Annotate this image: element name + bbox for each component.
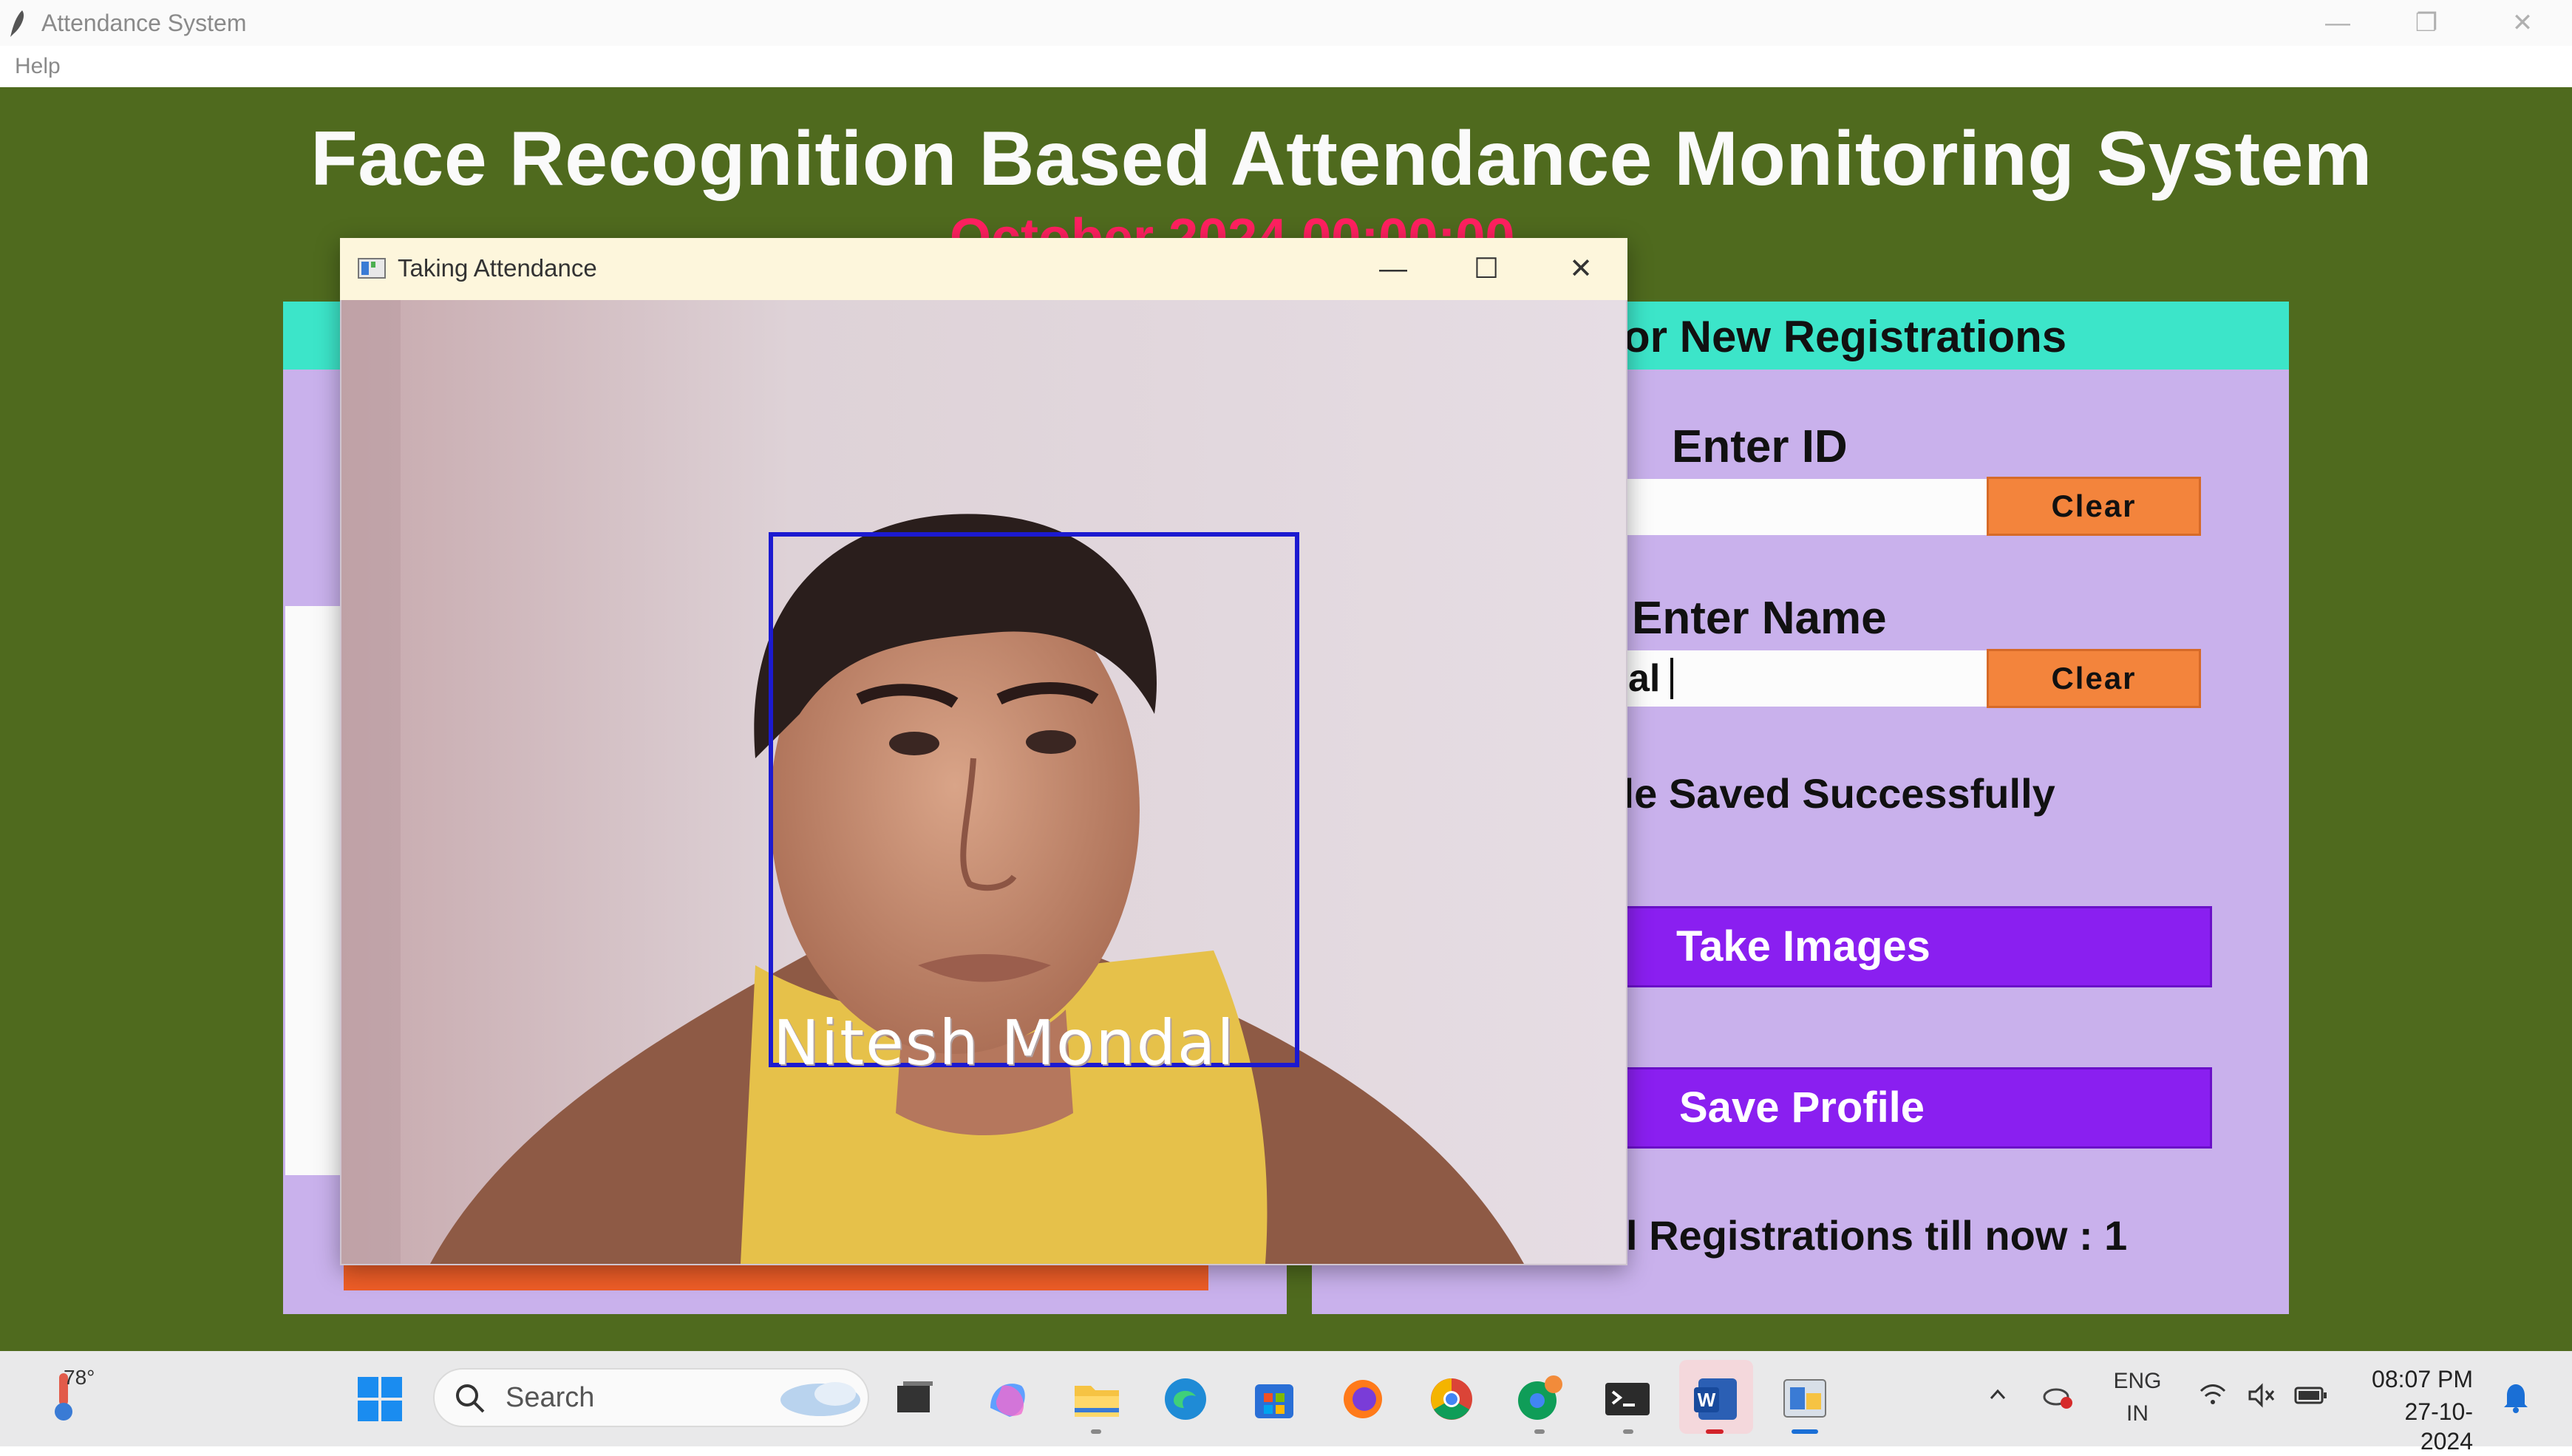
speaker-muted-icon[interactable]: [2247, 1382, 2276, 1409]
menu-item-help[interactable]: Help: [15, 52, 61, 81]
search-highlight-icon: [780, 1382, 860, 1416]
task-view-icon[interactable]: [887, 1371, 943, 1427]
date-time-label: October 2024 00:00:00: [950, 208, 1515, 238]
search-placeholder: Search: [506, 1382, 595, 1413]
attendance-table: [285, 606, 344, 1175]
microsoft-store-icon[interactable]: [1246, 1371, 1302, 1427]
name-input-value: al: [1628, 657, 1661, 700]
terminal-running-indicator: [1623, 1429, 1633, 1434]
terminal-icon[interactable]: [1599, 1371, 1656, 1427]
minimize-button[interactable]: —: [2304, 4, 2371, 41]
battery-icon[interactable]: [2294, 1384, 2328, 1407]
clock-date[interactable]: 27-10-2024: [2355, 1397, 2474, 1456]
chevron-up-icon[interactable]: [1987, 1384, 2009, 1406]
chrome-running-indicator: [1534, 1429, 1545, 1434]
chrome-icon[interactable]: [1423, 1371, 1480, 1427]
clear-name-button[interactable]: Clear: [1987, 649, 2201, 708]
registration-title: or New Registrations: [1623, 312, 2067, 361]
chrome-profile-icon[interactable]: [1511, 1371, 1567, 1427]
python-tk-icon[interactable]: [1777, 1371, 1833, 1427]
feather-icon: [10, 10, 24, 37]
clock-time[interactable]: 08:07 PM: [2355, 1364, 2473, 1394]
popup-minimize-button[interactable]: —: [1367, 247, 1419, 291]
python-active-indicator: [1792, 1429, 1818, 1434]
explorer-running-indicator: [1091, 1429, 1101, 1434]
status-message: ile Saved Successfully: [1611, 770, 2055, 817]
menu-bar: [0, 46, 2572, 87]
face-detection-box: [769, 532, 1299, 1067]
edge-browser-icon[interactable]: [1157, 1371, 1214, 1427]
window-title: Attendance System: [41, 10, 247, 36]
camera-window-icon: [358, 258, 386, 279]
windows-start-icon[interactable]: [352, 1371, 408, 1427]
notification-bell-icon[interactable]: [2501, 1381, 2531, 1413]
wifi-icon[interactable]: [2198, 1382, 2228, 1409]
search-icon: [456, 1384, 485, 1413]
recognized-name-label: Nitesh Mondal: [773, 1007, 1236, 1079]
firefox-icon[interactable]: [1335, 1371, 1391, 1427]
save-profile-button[interactable]: Save Profile: [1621, 1067, 2212, 1149]
text-caret: [1670, 658, 1673, 699]
weather-temperature: 78°: [64, 1366, 95, 1389]
popup-close-button[interactable]: ✕: [1555, 247, 1607, 291]
take-images-button[interactable]: Take Images: [1621, 906, 2212, 987]
file-explorer-icon[interactable]: [1069, 1371, 1125, 1427]
close-button[interactable]: ✕: [2489, 4, 2556, 41]
restore-button[interactable]: ❐: [2393, 4, 2460, 41]
onedrive-error-icon[interactable]: [2041, 1381, 2075, 1410]
total-registrations-label: l Registrations till now : 1: [1626, 1212, 2128, 1259]
clear-id-button[interactable]: Clear: [1987, 477, 2201, 536]
language-indicator[interactable]: ENG: [2108, 1367, 2167, 1395]
window-titlebar: [0, 0, 2572, 46]
enter-name-label: Enter Name: [1632, 593, 1887, 644]
svg-text:W: W: [1698, 1389, 1716, 1411]
name-input[interactable]: [1626, 650, 1988, 707]
copilot-icon[interactable]: [980, 1371, 1036, 1427]
enter-id-label: Enter ID: [1672, 421, 1848, 472]
page-title: Face Recognition Based Attendance Monito…: [310, 116, 2372, 202]
word-icon[interactable]: W: [1688, 1371, 1744, 1427]
region-indicator[interactable]: IN: [2108, 1400, 2167, 1428]
word-running-indicator: [1706, 1429, 1724, 1434]
popup-maximize-button[interactable]: ☐: [1460, 247, 1512, 291]
id-input[interactable]: [1626, 479, 1988, 535]
popup-title: Taking Attendance: [398, 254, 597, 282]
